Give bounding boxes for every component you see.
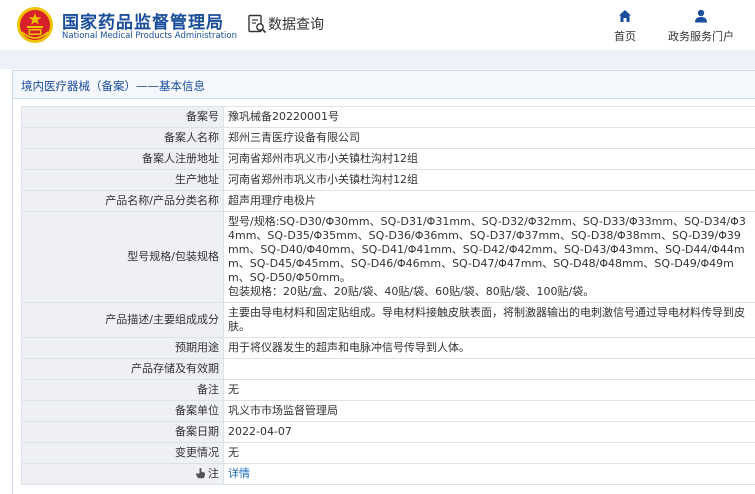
field-label: 备注 [21, 379, 224, 401]
field-value: 无 [223, 379, 755, 401]
table-row: 注 详情 [21, 463, 755, 485]
table-row: 预期用途 用于将仪器发生的超声和电脉冲信号传导到人体。 [21, 337, 755, 359]
breadcrumb-current: 基本信息 [159, 79, 205, 93]
site-header: 国家药品监督管理局 National Medical Products Admi… [0, 0, 755, 50]
field-label: 型号规格/包装规格 [21, 211, 224, 303]
nav-portal-label: 政务服务门户 [668, 30, 734, 43]
table-row: 生产地址 河南省郑州市巩义市小关镇杜沟村12组 [21, 169, 755, 191]
table-row: 备案人注册地址 河南省郑州市巩义市小关镇杜沟村12组 [21, 148, 755, 170]
field-value: 河南省郑州市巩义市小关镇杜沟村12组 [223, 169, 755, 191]
field-label: 备案人名称 [21, 127, 224, 149]
field-value: 超声用理疗电极片 [223, 190, 755, 212]
breadcrumb-category[interactable]: 境内医疗器械（备案） [21, 79, 136, 93]
field-label: 备案人注册地址 [21, 148, 224, 170]
package-spec-value: 包装规格：20贴/盒、20贴/袋、40贴/袋、60贴/袋、80贴/袋、100贴/… [228, 285, 595, 298]
nav-home-link[interactable]: 首页 [605, 8, 645, 46]
field-label: 备案日期 [21, 421, 224, 443]
site-name-cn: 国家药品监督管理局 [62, 13, 224, 33]
table-row: 产品存储及有效期 [21, 358, 755, 380]
table-row: 备案日期 2022-04-07 [21, 421, 755, 443]
field-label: 预期用途 [21, 337, 224, 359]
home-icon [619, 10, 631, 22]
breadcrumb: 境内医疗器械（备案）——基本信息 [13, 71, 755, 99]
table-row: 备案人名称 郑州三青医疗设备有限公司 [21, 127, 755, 149]
field-label: 产品描述/主要组成成分 [21, 302, 224, 338]
field-value: 用于将仪器发生的超声和电脉冲信号传导到人体。 [223, 337, 755, 359]
nav-service-portal-link[interactable]: 政务服务门户 [660, 8, 742, 46]
data-query-title: 数据查询 [268, 17, 324, 33]
field-label: 备案单位 [21, 400, 224, 422]
table-row: 型号规格/包装规格 型号/规格:SQ-D30/Φ30mm、SQ-D31/Φ31m… [21, 211, 755, 303]
breadcrumb-separator: —— [136, 79, 159, 93]
field-value: 郑州三青医疗设备有限公司 [223, 127, 755, 149]
field-label: 变更情况 [21, 442, 224, 464]
table-row: 备案单位 巩义市市场监督管理局 [21, 400, 755, 422]
table-row: 备注 无 [21, 379, 755, 401]
table-row: 变更情况 无 [21, 442, 755, 464]
field-value: 河南省郑州市巩义市小关镇杜沟村12组 [223, 148, 755, 170]
field-label: 备案号 [21, 106, 224, 128]
field-value: 巩义市市场监督管理局 [223, 400, 755, 422]
table-row: 产品描述/主要组成成分 主要由导电材料和固定贴组成。导电材料接触皮肤表面，将制激… [21, 302, 755, 338]
field-value: 无 [223, 442, 755, 464]
details-link[interactable]: 详情 [228, 467, 250, 480]
nav-home-label: 首页 [614, 30, 636, 43]
site-name-en: National Medical Products Administration [62, 31, 237, 41]
model-spec-value: 型号/规格:SQ-D30/Φ30mm、SQ-D31/Φ31mm、SQ-D32/Φ… [228, 215, 746, 284]
field-value: 2022-04-07 [223, 421, 755, 443]
table-row: 产品名称/产品分类名称 超声用理疗电极片 [21, 190, 755, 212]
registration-detail-table: 备案号 豫巩械备20220001号 备案人名称 郑州三青医疗设备有限公司 备案人… [21, 106, 755, 485]
national-emblem-icon [17, 7, 53, 43]
field-label: 注 [208, 467, 219, 480]
table-row: 备案号 豫巩械备20220001号 [21, 106, 755, 128]
field-value: 主要由导电材料和固定贴组成。导电材料接触皮肤表面，将制激器输出的电刺激信号通过导… [223, 302, 755, 338]
pointing-hand-icon [196, 468, 206, 479]
field-label: 产品名称/产品分类名称 [21, 190, 224, 212]
field-value: 豫巩械备20220001号 [223, 106, 755, 128]
field-label: 生产地址 [21, 169, 224, 191]
field-value [223, 358, 755, 380]
field-label: 产品存储及有效期 [21, 358, 224, 380]
detail-panel: 境内医疗器械（备案）——基本信息 备案号 豫巩械备20220001号 备案人名称… [12, 70, 755, 494]
user-icon [695, 9, 707, 23]
data-query-icon [248, 14, 267, 34]
header-divider-band [0, 50, 755, 69]
